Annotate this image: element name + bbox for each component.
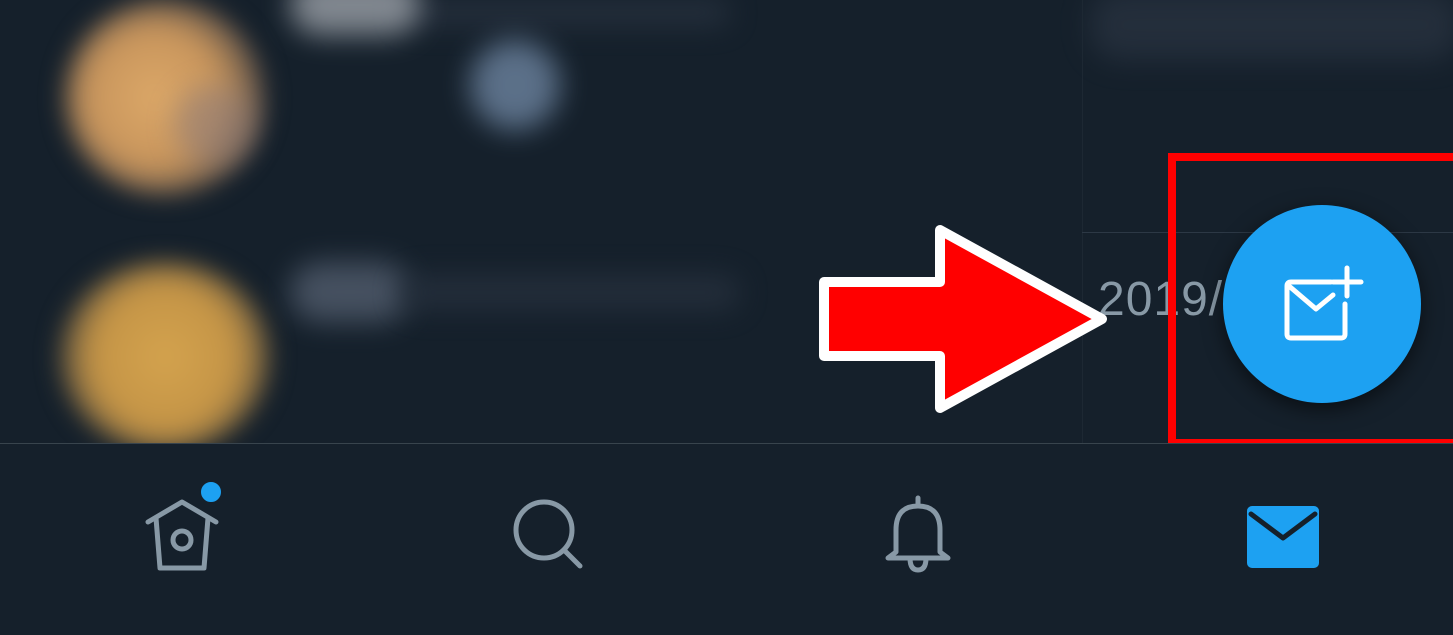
- tab-notifications[interactable]: [868, 484, 968, 584]
- blurred-text-blob: [470, 40, 560, 130]
- avatar[interactable]: [60, 262, 270, 443]
- notification-dot: [199, 480, 223, 504]
- screen: 2019/: [0, 0, 1453, 635]
- mail-icon: [1247, 506, 1319, 568]
- blurred-text-line: [400, 0, 730, 25]
- blurred-username: [290, 0, 420, 35]
- search-icon: [513, 499, 583, 569]
- tab-search[interactable]: [500, 484, 600, 584]
- bottom-tab-bar: [0, 443, 1453, 635]
- blurred-avatar-detail: [175, 85, 255, 165]
- blurred-username: [290, 262, 410, 322]
- blurred-text-line: [400, 275, 740, 310]
- blurred-row-preview: [1090, 0, 1453, 60]
- tab-messages[interactable]: [1233, 484, 1333, 584]
- highlight-box: [1168, 153, 1453, 447]
- arrow-right-icon: [819, 225, 1107, 413]
- tab-home[interactable]: [132, 480, 232, 584]
- bell-icon: [885, 495, 951, 573]
- home-icon: [145, 499, 219, 571]
